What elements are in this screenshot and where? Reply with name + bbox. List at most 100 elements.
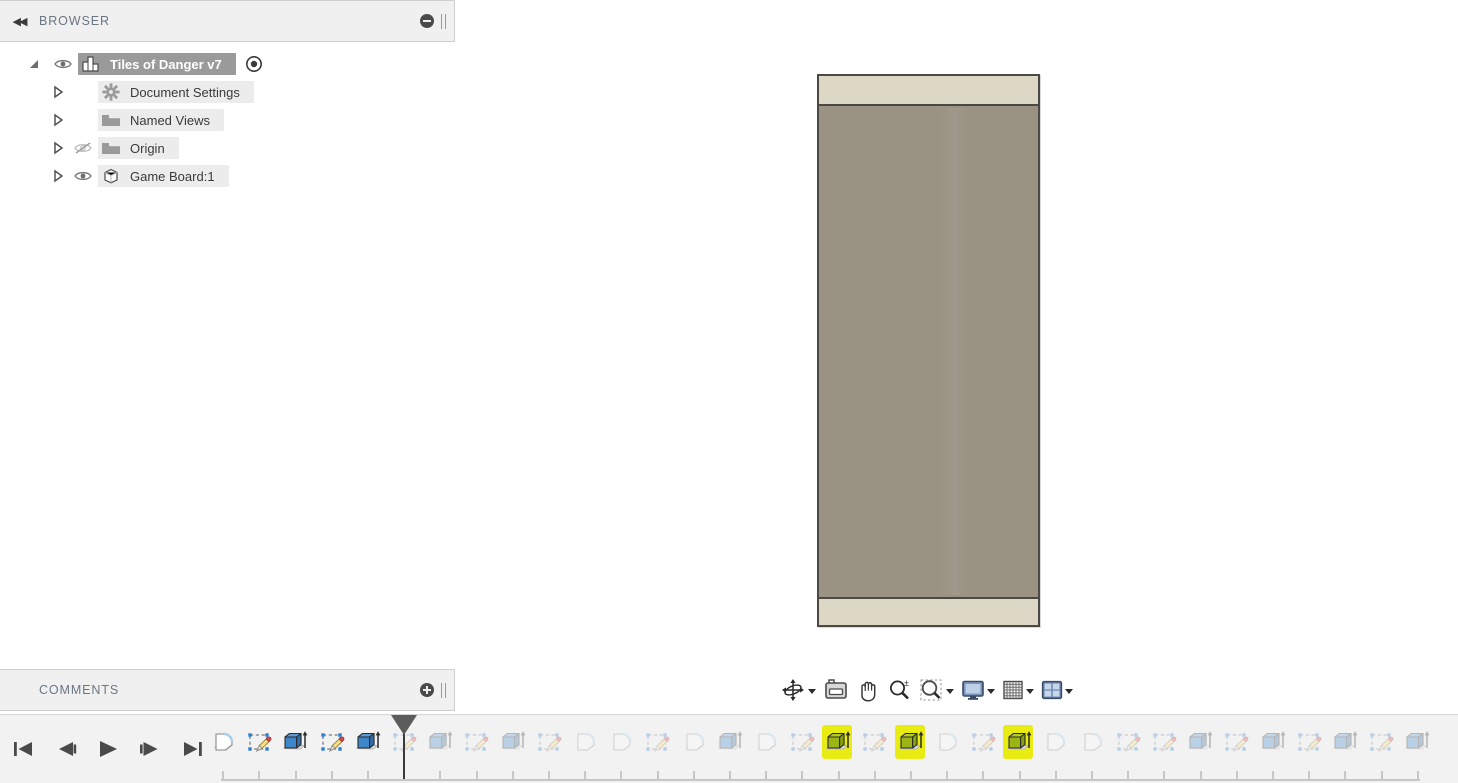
tree-node-game-board-1[interactable]: Game Board:1 (98, 165, 229, 187)
timeline-feature-component[interactable] (205, 724, 241, 762)
collapsed-triangle-icon[interactable] (50, 168, 66, 184)
timeline-feature-fillet[interactable] (1037, 724, 1073, 762)
timeline-feature-fillet[interactable] (603, 724, 639, 762)
zoom-icon[interactable]: ± (887, 678, 912, 702)
timeline-feature-sketch[interactable] (1291, 724, 1327, 762)
tree-node-tiles-of-danger-v7[interactable]: Tiles of Danger v7 (78, 53, 236, 75)
gear-icon (98, 82, 124, 102)
tree-node-named-views[interactable]: Named Views (98, 109, 224, 131)
timeline-feature-extrude[interactable] (1327, 724, 1363, 762)
timeline-feature-fillet[interactable] (675, 724, 711, 762)
chevron-down-icon[interactable] (1065, 689, 1073, 694)
step-back-button[interactable] (48, 729, 84, 769)
timeline-feature-fillet[interactable] (929, 724, 965, 762)
tree-node-origin[interactable]: Origin (98, 137, 179, 159)
timeline-feature-extrude[interactable] (1182, 724, 1218, 762)
skip-to-start-button[interactable] (6, 729, 42, 769)
timeline-feature-fillet[interactable] (1074, 724, 1110, 762)
look-at-icon[interactable] (823, 678, 849, 702)
plus-circle-icon[interactable] (420, 683, 434, 697)
minus-circle-icon[interactable] (420, 14, 434, 28)
chevron-down-icon[interactable] (808, 689, 816, 694)
tree-row[interactable]: Origin (0, 134, 455, 162)
timeline-feature-extrude[interactable] (350, 724, 386, 762)
pan-hand-button[interactable] (854, 673, 882, 707)
viewports-icon[interactable] (1041, 680, 1063, 700)
timeline-feature-extrude[interactable] (495, 724, 531, 762)
drag-grip-icon[interactable] (441, 13, 446, 29)
eye-hidden-icon[interactable] (72, 140, 94, 156)
orbit-button[interactable] (778, 673, 818, 707)
timeline-playhead[interactable] (391, 715, 418, 779)
timeline-feature-extrude[interactable] (712, 724, 748, 762)
drag-grip-icon[interactable] (441, 682, 446, 698)
game-board-model[interactable] (817, 74, 1040, 627)
timeline-feature-extrude[interactable] (1254, 724, 1290, 762)
timeline-feature-icon (1113, 728, 1143, 758)
collapsed-triangle-icon[interactable] (50, 140, 66, 156)
timeline-feature-sketch[interactable] (639, 724, 675, 762)
timeline-feature-fillet[interactable] (567, 724, 603, 762)
timeline-tick (1235, 771, 1238, 781)
activate-component-icon[interactable] (245, 55, 263, 73)
tree-row[interactable]: Tiles of Danger v7 (0, 50, 455, 78)
timeline-feature-extrude[interactable] (893, 724, 929, 762)
timeline-feature-sketch[interactable] (531, 724, 567, 762)
body-cube-icon (98, 166, 124, 186)
timeline-feature-icon (1004, 728, 1034, 758)
timeline-feature-extrude[interactable] (820, 724, 856, 762)
pan-hand-icon[interactable] (856, 678, 880, 703)
browser-panel-header[interactable]: ◀◀ BROWSER (0, 0, 455, 42)
timeline-feature-extrude[interactable] (277, 724, 313, 762)
timeline-feature-fillet[interactable] (748, 724, 784, 762)
display-settings-button[interactable] (959, 673, 997, 707)
grid-snap-button[interactable] (1000, 673, 1036, 707)
grid-snap-icon[interactable] (1002, 679, 1024, 701)
orbit-icon[interactable] (780, 677, 806, 703)
step-forward-button[interactable] (132, 729, 168, 769)
timeline-feature-sketch[interactable] (965, 724, 1001, 762)
eye-visible-icon[interactable] (52, 56, 74, 72)
timeline-feature-icon (679, 728, 709, 758)
timeline-feature-icon (244, 728, 274, 758)
timeline-feature-extrude[interactable] (1399, 724, 1435, 762)
play-button[interactable] (90, 729, 126, 769)
collapsed-triangle-icon[interactable] (50, 112, 66, 128)
zoom-window-icon[interactable] (919, 678, 944, 702)
tree-node-document-settings[interactable]: Document Settings (98, 81, 254, 103)
tree-row[interactable]: Named Views (0, 106, 455, 134)
timeline-feature-icon (1221, 728, 1251, 758)
look-at-button[interactable] (821, 673, 851, 707)
canvas-viewport[interactable]: ± (456, 0, 1458, 783)
expanded-triangle-icon[interactable] (26, 56, 42, 72)
zoom-button[interactable]: ± (885, 673, 914, 707)
timeline-playhead-handle[interactable] (391, 715, 418, 735)
timeline-feature-sketch[interactable] (1110, 724, 1146, 762)
timeline-feature-strip[interactable] (205, 715, 1458, 783)
timeline-feature-sketch[interactable] (314, 724, 350, 762)
chevron-down-icon[interactable] (987, 689, 995, 694)
tree-row[interactable]: Game Board:1 (0, 162, 455, 190)
display-settings-icon[interactable] (961, 679, 985, 701)
comments-panel[interactable]: COMMENTS (0, 669, 455, 711)
tree-row[interactable]: Document Settings (0, 78, 455, 106)
comments-header-actions (420, 670, 446, 710)
chevron-down-icon[interactable] (946, 689, 954, 694)
zoom-window-button[interactable] (917, 673, 956, 707)
eye-visible-icon[interactable] (72, 168, 94, 184)
timeline-feature-sketch[interactable] (1363, 724, 1399, 762)
timeline-feature-sketch[interactable] (241, 724, 277, 762)
viewports-button[interactable] (1039, 673, 1075, 707)
timeline-feature-sketch[interactable] (1146, 724, 1182, 762)
model-bottom-band (819, 597, 1038, 625)
timeline-feature-extrude[interactable] (422, 724, 458, 762)
timeline-feature-extrude[interactable] (1001, 724, 1037, 762)
timeline-feature-sketch[interactable] (1218, 724, 1254, 762)
timeline-feature-sketch[interactable] (458, 724, 494, 762)
timeline-feature-sketch[interactable] (784, 724, 820, 762)
chevron-down-icon[interactable] (1026, 689, 1034, 694)
timeline-feature-sketch[interactable] (856, 724, 892, 762)
timeline-feature-icon (1330, 728, 1360, 758)
collapsed-triangle-icon[interactable] (50, 84, 66, 100)
double-left-arrow-icon[interactable]: ◀◀ (11, 13, 28, 29)
